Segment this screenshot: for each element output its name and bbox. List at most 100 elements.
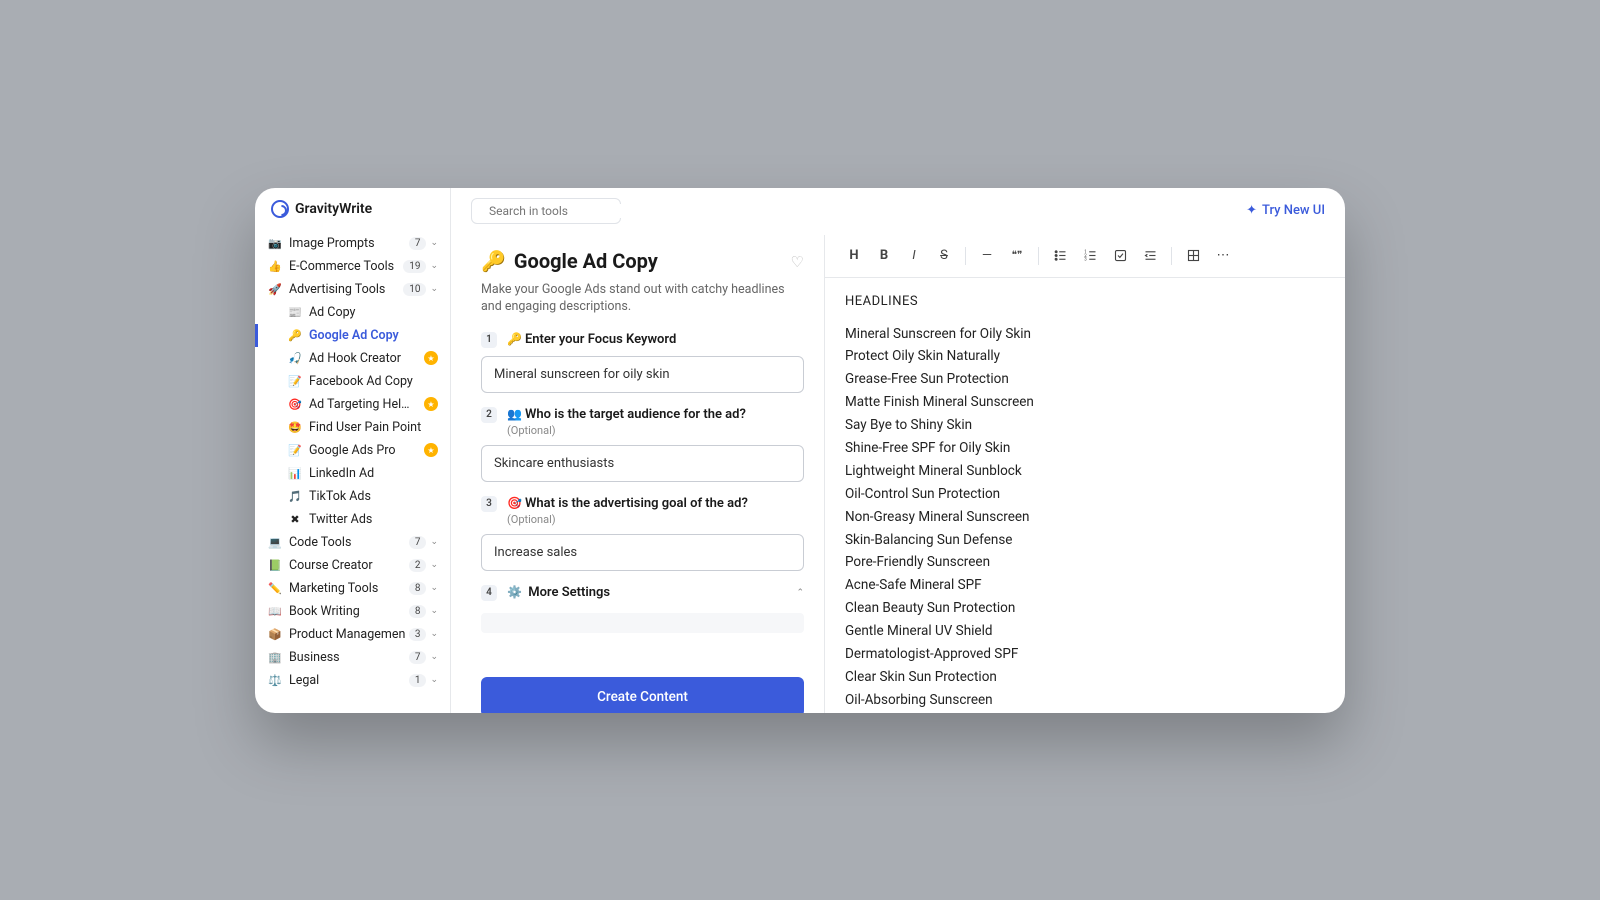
- headline-item: Gentle Mineral UV Shield: [845, 622, 1325, 641]
- chevron-up-icon: ⌃: [796, 588, 804, 598]
- field-input[interactable]: [481, 534, 804, 571]
- item-label: Twitter Ads: [309, 512, 438, 527]
- category-icon: 🏢: [267, 651, 283, 664]
- hr-button[interactable]: —: [974, 243, 1000, 269]
- headline-item: Non-Greasy Mineral Sunscreen: [845, 508, 1325, 527]
- form-field: 3 🎯What is the advertising goal of the a…: [481, 496, 804, 571]
- italic-button[interactable]: I: [901, 243, 927, 269]
- sidebar-item[interactable]: 📰 Ad Copy: [273, 301, 450, 324]
- headline-item: Oil-Control Sun Protection: [845, 485, 1325, 504]
- item-label: Ad Targeting Hel…: [309, 397, 424, 412]
- count-badge: 7: [409, 651, 427, 664]
- sidebar-category[interactable]: 📦 Product Managemen 3 ⌄: [255, 623, 450, 646]
- more-settings-label: ⚙️ More Settings: [507, 585, 610, 600]
- search-input[interactable]: [489, 204, 645, 218]
- table-button[interactable]: [1180, 243, 1206, 269]
- headline-item: Grease-Free Sun Protection: [845, 370, 1325, 389]
- count-badge: 8: [409, 582, 427, 595]
- sidebar-category[interactable]: 📖 Book Writing 8 ⌄: [255, 600, 450, 623]
- sidebar-item[interactable]: 🎣 Ad Hook Creator ★: [273, 347, 450, 370]
- chevron-down-icon: ⌄: [430, 606, 438, 616]
- chevron-down-icon: ⌄: [430, 560, 438, 570]
- category-icon: 📗: [267, 559, 283, 572]
- output-heading: HEADLINES: [845, 294, 1325, 309]
- headline-item: Matte Finish Mineral Sunscreen: [845, 393, 1325, 412]
- sidebar-item[interactable]: 🎯 Ad Targeting Hel… ★: [273, 393, 450, 416]
- item-label: Ad Copy: [309, 305, 438, 320]
- item-label: Google Ads Pro: [309, 443, 424, 458]
- brand-logo[interactable]: GravityWrite: [255, 188, 450, 230]
- sidebar-item[interactable]: ✖ Twitter Ads: [273, 508, 450, 531]
- heading-button[interactable]: H: [841, 243, 867, 269]
- item-icon: 📰: [287, 306, 303, 319]
- category-label: Marketing Tools: [289, 581, 409, 596]
- sidebar-category[interactable]: ⚖️ Legal 1 ⌄: [255, 669, 450, 692]
- more-button[interactable]: ⋯: [1210, 243, 1236, 269]
- category-label: Code Tools: [289, 535, 409, 550]
- sidebar-item[interactable]: 🤩 Find User Pain Point: [273, 416, 450, 439]
- category-label: Book Writing: [289, 604, 409, 619]
- sidebar-nav: 📷 Image Prompts 7 ⌄👍 E-Commerce Tools 19…: [255, 230, 450, 713]
- count-badge: 19: [403, 260, 426, 273]
- toolbar-separator: [1171, 247, 1172, 265]
- sidebar-category[interactable]: 📷 Image Prompts 7 ⌄: [255, 232, 450, 255]
- premium-badge: ★: [424, 443, 438, 457]
- sidebar-item[interactable]: 🎵 TikTok Ads: [273, 485, 450, 508]
- item-label: Facebook Ad Copy: [309, 374, 438, 389]
- item-icon: 📝: [287, 375, 303, 388]
- headline-item: Say Bye to Shiny Skin: [845, 416, 1325, 435]
- numbered-list-button[interactable]: 123: [1077, 243, 1103, 269]
- headlines-list: Mineral Sunscreen for Oily SkinProtect O…: [845, 325, 1325, 713]
- item-icon: 🔑: [287, 329, 303, 342]
- sidebar-item[interactable]: 🔑 Google Ad Copy: [273, 324, 450, 347]
- sidebar-category[interactable]: 🏢 Business 7 ⌄: [255, 646, 450, 669]
- create-content-button[interactable]: Create Content: [481, 677, 804, 713]
- form-title: 🔑 Google Ad Copy: [481, 249, 658, 273]
- chevron-down-icon: ⌄: [430, 583, 438, 593]
- headline-item: Dermatologist-Approved SPF: [845, 645, 1325, 664]
- output-panel: H B I S — ❝❞ 123 ⋯ HEADLI: [824, 235, 1345, 713]
- logo-icon: [271, 200, 289, 218]
- checklist-button[interactable]: [1107, 243, 1133, 269]
- headline-item: Pore-Friendly Sunscreen: [845, 553, 1325, 572]
- app-window: GravityWrite 📷 Image Prompts 7 ⌄👍 E-Comm…: [255, 188, 1345, 713]
- sidebar-category[interactable]: 👍 E-Commerce Tools 19 ⌄: [255, 255, 450, 278]
- try-new-ui-link[interactable]: ✦ Try New UI: [1246, 203, 1325, 218]
- item-icon: ✖: [287, 513, 303, 526]
- sidebar-item[interactable]: 📝 Google Ads Pro ★: [273, 439, 450, 462]
- strikethrough-button[interactable]: S: [931, 243, 957, 269]
- search-box[interactable]: [471, 198, 621, 224]
- field-input[interactable]: [481, 445, 804, 482]
- sidebar-category[interactable]: 💻 Code Tools 7 ⌄: [255, 531, 450, 554]
- count-badge: 2: [409, 559, 427, 572]
- sparkle-icon: ✦: [1246, 203, 1257, 218]
- more-settings-toggle[interactable]: 4 ⚙️ More Settings ⌃: [481, 585, 804, 601]
- form-header: 🔑 Google Ad Copy ♡: [481, 249, 804, 273]
- field-number: 4: [481, 585, 497, 601]
- headline-item: Shine-Free SPF for Oily Skin: [845, 439, 1325, 458]
- sidebar-category[interactable]: ✏️ Marketing Tools 8 ⌄: [255, 577, 450, 600]
- favorite-icon[interactable]: ♡: [791, 253, 804, 271]
- item-label: TikTok Ads: [309, 489, 438, 504]
- category-label: Advertising Tools: [289, 282, 403, 297]
- headline-item: Protect Oily Skin Naturally: [845, 347, 1325, 366]
- sidebar-item[interactable]: 📊 LinkedIn Ad: [273, 462, 450, 485]
- category-label: E-Commerce Tools: [289, 259, 403, 274]
- quote-button[interactable]: ❝❞: [1004, 243, 1030, 269]
- sidebar-category[interactable]: 🚀 Advertising Tools 10 ⌄: [255, 278, 450, 301]
- sidebar-category[interactable]: 📗 Course Creator 2 ⌄: [255, 554, 450, 577]
- bullet-list-button[interactable]: [1047, 243, 1073, 269]
- field-input[interactable]: [481, 356, 804, 393]
- toolbar-separator: [965, 247, 966, 265]
- topbar: ✦ Try New UI: [451, 188, 1345, 235]
- bold-button[interactable]: B: [871, 243, 897, 269]
- count-badge: 7: [409, 237, 427, 250]
- category-label: Product Managemen: [289, 627, 409, 642]
- outdent-button[interactable]: [1137, 243, 1163, 269]
- gear-icon: ⚙️: [507, 585, 522, 599]
- premium-badge: ★: [424, 351, 438, 365]
- form-field: 1 🔑Enter your Focus Keyword: [481, 332, 804, 393]
- sidebar-item[interactable]: 📝 Facebook Ad Copy: [273, 370, 450, 393]
- count-badge: 10: [403, 283, 426, 296]
- item-icon: 🤩: [287, 421, 303, 434]
